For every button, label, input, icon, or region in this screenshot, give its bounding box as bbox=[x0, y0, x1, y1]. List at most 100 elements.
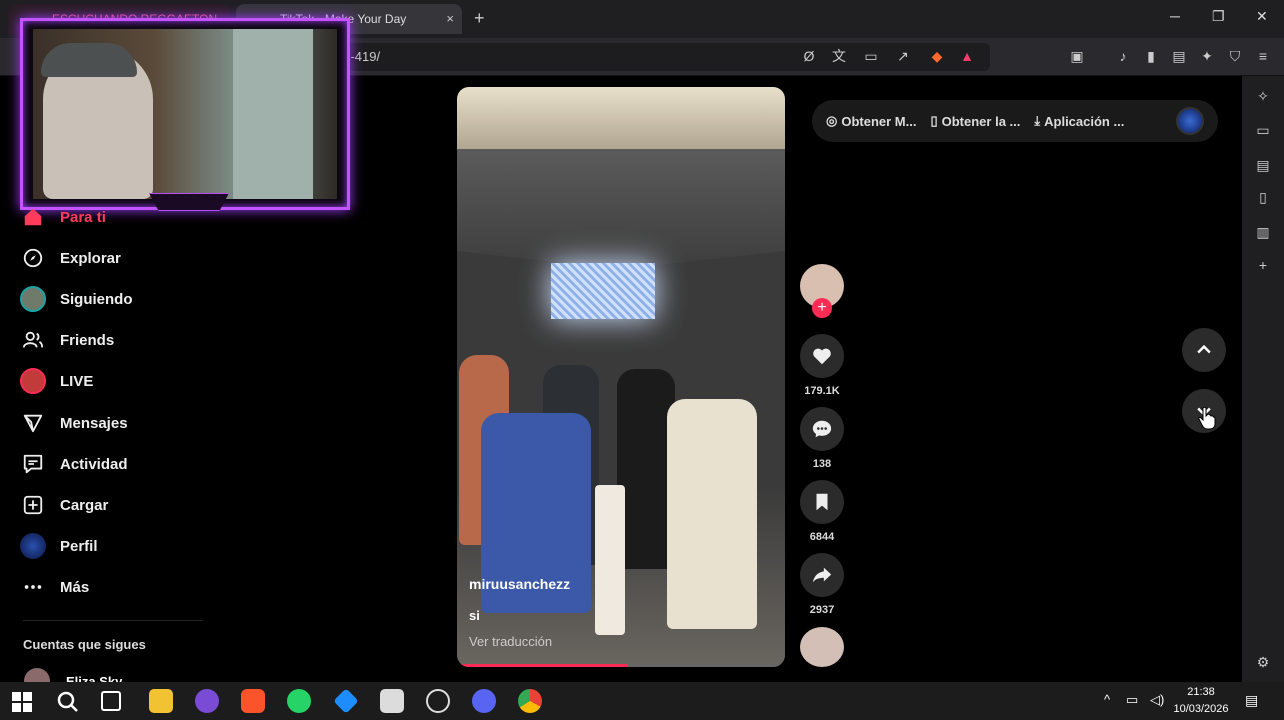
translate-icon[interactable]: 文 bbox=[830, 47, 848, 65]
rewards-icon[interactable]: ▲ bbox=[958, 47, 976, 65]
translate-link[interactable]: Ver traducción bbox=[469, 634, 552, 649]
previous-video-button[interactable] bbox=[1182, 328, 1226, 372]
volume-icon[interactable]: ◁) bbox=[1150, 692, 1164, 708]
more-icon bbox=[20, 574, 46, 600]
follow-button[interactable]: + bbox=[812, 298, 832, 318]
new-tab-button[interactable]: + bbox=[474, 8, 485, 29]
leo-icon[interactable]: ✦ bbox=[1198, 47, 1216, 65]
app-window-icon[interactable] bbox=[380, 689, 404, 713]
no-autoplay-icon[interactable]: Ø bbox=[800, 47, 818, 65]
reading-list-icon[interactable]: ▥ bbox=[1255, 224, 1271, 240]
sidebar-toggle-icon[interactable]: ▮ bbox=[1142, 47, 1160, 65]
sidebar-item-explorar[interactable]: Explorar bbox=[20, 244, 121, 272]
clock-date[interactable]: 10/03/2026 bbox=[1168, 703, 1234, 715]
get-item-label: Obtener la ... bbox=[941, 113, 1021, 129]
divider bbox=[23, 620, 203, 621]
bookmark-icon bbox=[816, 493, 828, 511]
phone-icon: ▯ bbox=[930, 113, 938, 128]
activity-icon bbox=[20, 451, 46, 477]
sidebar-item-label: Friends bbox=[60, 331, 115, 349]
tray-chevron-icon[interactable]: ^ bbox=[1104, 692, 1110, 707]
video-username[interactable]: miruusanchezz bbox=[469, 576, 570, 592]
like-count: 179.1K bbox=[804, 385, 840, 397]
video-panel-icon[interactable]: ▭ bbox=[1255, 122, 1271, 138]
get-app-bar: ◎ Obtener M... ▯ Obtener la ... ⤓ Aplicació… bbox=[812, 100, 1218, 142]
video-player[interactable]: miruusanchezz si Ver traducción bbox=[457, 87, 785, 667]
sidebar-item-mas[interactable]: Más bbox=[20, 573, 89, 601]
share-button[interactable] bbox=[800, 553, 844, 597]
sidebar-item-label: Más bbox=[60, 578, 90, 596]
profile-avatar bbox=[20, 533, 46, 559]
cast-icon[interactable]: ▭ bbox=[862, 47, 880, 65]
clock-time[interactable]: 21:38 bbox=[1180, 686, 1222, 698]
sidebar-item-siguiendo[interactable]: Siguiendo bbox=[20, 285, 133, 313]
close-tab-icon[interactable]: × bbox=[446, 4, 454, 34]
video-progress-fill bbox=[457, 664, 628, 667]
download-icon: ⤓ bbox=[1034, 113, 1041, 128]
brave-browser-icon[interactable] bbox=[241, 689, 265, 713]
webcam-feed bbox=[33, 29, 337, 199]
sidebar-item-label: Explorar bbox=[60, 249, 121, 267]
add-panel-icon[interactable]: + bbox=[1255, 257, 1271, 273]
brave-shield-icon[interactable]: ◆ bbox=[928, 47, 946, 65]
reader-icon[interactable]: ▣ bbox=[1068, 47, 1086, 65]
wallet-panel-icon[interactable]: ▤ bbox=[1255, 157, 1271, 173]
save-count: 6844 bbox=[809, 531, 835, 543]
next-creator-avatar[interactable] bbox=[800, 627, 844, 667]
sidebar-item-cargar[interactable]: Cargar bbox=[20, 491, 108, 519]
sidebar-item-label: Perfil bbox=[60, 537, 98, 555]
get-app-link[interactable]: ▯ Obtener la ... bbox=[930, 113, 1020, 129]
desktop-app-link[interactable]: ⤓ Aplicación ... bbox=[1034, 113, 1124, 129]
search-icon[interactable] bbox=[56, 690, 80, 714]
profile-avatar-button[interactable] bbox=[1176, 107, 1204, 135]
discord-icon[interactable] bbox=[472, 689, 496, 713]
sidebar-item-label: Para ti bbox=[60, 208, 106, 226]
webcam-cap bbox=[41, 43, 137, 77]
save-button[interactable] bbox=[800, 480, 844, 524]
get-item-label: Obtener M... bbox=[841, 113, 917, 129]
wallet-icon[interactable]: ▤ bbox=[1170, 47, 1188, 65]
leo-ai-icon[interactable]: ✧ bbox=[1255, 88, 1271, 104]
sidebar-item-para-ti[interactable]: Para ti bbox=[20, 203, 106, 231]
minimize-button[interactable]: ─ bbox=[1170, 8, 1180, 24]
settings-gear-icon[interactable]: ⚙ bbox=[1255, 654, 1271, 670]
notifications-icon[interactable]: ▤ bbox=[1245, 692, 1258, 709]
comment-count: 138 bbox=[812, 458, 832, 470]
sidebar-item-actividad[interactable]: Actividad bbox=[20, 450, 128, 478]
video-scene-ceiling bbox=[457, 87, 785, 157]
url-field[interactable]: /...-419/ bbox=[330, 43, 990, 71]
share-icon[interactable]: ↗ bbox=[894, 47, 912, 65]
speedometer-icon[interactable] bbox=[426, 689, 450, 713]
menu-icon[interactable]: ≡ bbox=[1254, 47, 1272, 65]
comment-button[interactable] bbox=[800, 407, 844, 451]
restore-button[interactable]: ❐ bbox=[1212, 8, 1225, 25]
video-person bbox=[667, 399, 757, 629]
sidebar-item-friends[interactable]: Friends bbox=[20, 326, 114, 354]
whatsapp-icon[interactable] bbox=[287, 689, 311, 713]
bookmarks-panel-icon[interactable]: ▯ bbox=[1255, 189, 1271, 205]
close-window-button[interactable]: ✕ bbox=[1256, 8, 1268, 25]
task-view-icon[interactable] bbox=[101, 691, 121, 711]
get-coins-link[interactable]: ◎ Obtener M... bbox=[826, 113, 916, 129]
sidebar-item-label: Mensajes bbox=[60, 414, 128, 432]
windows-start-icon[interactable] bbox=[12, 692, 32, 712]
network-icon[interactable]: ▭ bbox=[1126, 692, 1138, 708]
heart-icon bbox=[813, 348, 831, 365]
sidebar-item-label: Cargar bbox=[60, 496, 109, 514]
video-scene-light bbox=[551, 263, 655, 319]
chrome-icon[interactable] bbox=[518, 689, 542, 713]
sidebar-item-live[interactable]: LIVE bbox=[20, 367, 93, 395]
comment-icon bbox=[812, 420, 832, 438]
file-explorer-icon[interactable] bbox=[149, 689, 173, 713]
like-button[interactable] bbox=[800, 334, 844, 378]
music-icon[interactable]: ♪ bbox=[1114, 47, 1132, 65]
send-icon bbox=[20, 410, 46, 436]
messenger-icon[interactable] bbox=[195, 689, 219, 713]
vpn-icon[interactable]: ⛉ bbox=[1226, 47, 1244, 65]
sidebar-item-perfil[interactable]: Perfil bbox=[20, 532, 98, 560]
following-title: Cuentas que sigues bbox=[23, 637, 146, 652]
sidebar-item-label: Actividad bbox=[60, 455, 128, 473]
video-caption: si bbox=[469, 608, 480, 623]
share-count: 2937 bbox=[809, 604, 835, 616]
sidebar-item-mensajes[interactable]: Mensajes bbox=[20, 409, 128, 437]
